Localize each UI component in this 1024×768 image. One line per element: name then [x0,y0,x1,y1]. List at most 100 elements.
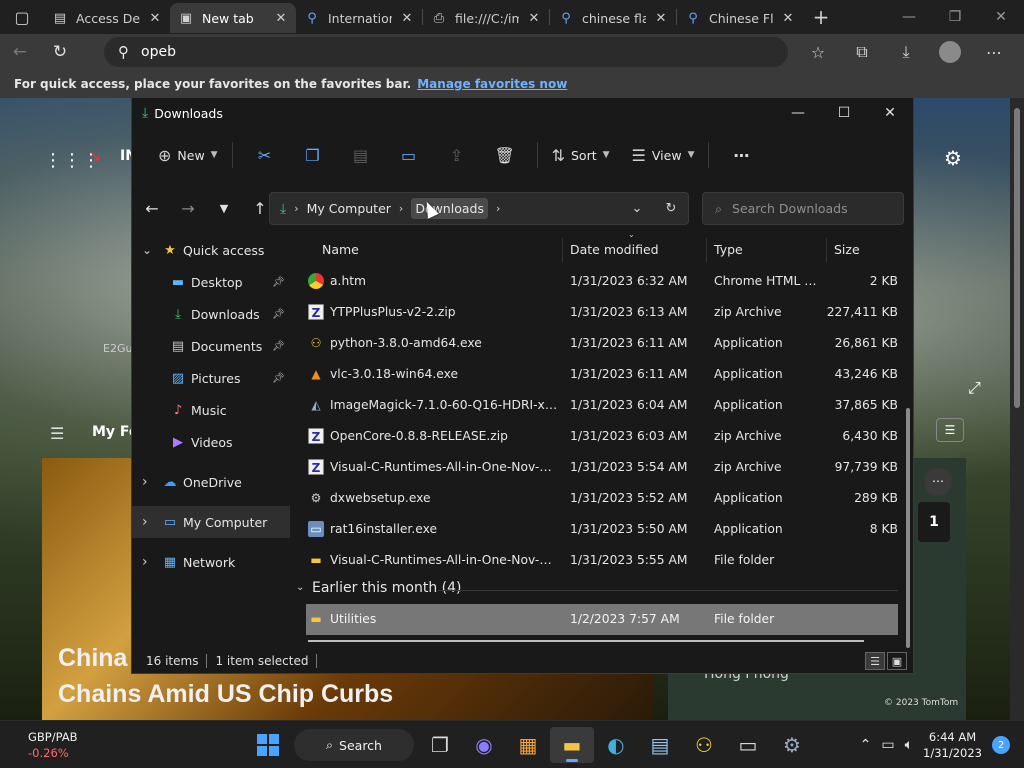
restore-icon[interactable]: ❐ [932,0,978,34]
chevron-right-icon[interactable]: › [142,474,148,490]
profile-avatar[interactable] [939,41,961,63]
more-menu-icon[interactable]: ⋯ [972,43,1016,62]
copy-icon[interactable]: ❐ [289,146,337,165]
refresh-icon[interactable]: ↻ [654,201,688,216]
chat-icon[interactable]: ◉ [462,727,506,763]
view-button[interactable]: ☰ View ▼ [626,137,701,173]
address-input[interactable]: opeb [141,44,176,60]
see-more-icon[interactable]: ⋯ [717,146,765,165]
share-icon[interactable]: ⇪ [433,146,481,165]
file-row[interactable]: ▬ Visual-C-Runtimes-All-in-One-Nov-2022 1/… [290,545,906,576]
chevron-down-icon[interactable]: ⌄ [620,201,654,216]
chevron-right-icon[interactable]: › [142,514,148,530]
column-divider[interactable] [562,238,563,262]
chevron-right-icon[interactable]: › [399,202,403,215]
file-row[interactable]: Z YTPPlusPlus-v2-2.zip 1/31/2023 6:13 AM zi… [290,297,906,328]
collections-icon[interactable]: ⧉ [840,42,884,62]
edge-icon[interactable]: ◐ [594,727,638,763]
task-view-icon[interactable]: ❐ [418,727,462,763]
sidebar-item-pictures[interactable]: ▨ Pictures 📌︎ [132,362,290,394]
chevron-down-icon[interactable]: ⌄ [296,582,304,593]
address-bar[interactable]: ⚲ opeb [104,37,788,67]
page-scrollbar[interactable] [1010,98,1024,720]
file-row[interactable]: Z OpenCore-0.8.8-RELEASE.zip 1/31/2023 6:0… [290,421,906,452]
close-tab-icon[interactable]: ✕ [654,11,668,26]
browser-tab[interactable]: ▤ Access Den ✕ [44,3,170,33]
sidebar-item-music[interactable]: ♪ Music [132,394,290,426]
breadcrumb[interactable]: ⤓ › My Computer › Downloads › ⌄ ↻ [269,192,689,225]
close-tab-icon[interactable]: ✕ [274,11,288,26]
sidebar-item-network[interactable]: › ▦ Network [132,546,290,578]
rename-icon[interactable]: ▭ [385,146,433,165]
python-icon[interactable]: ⚇ [682,727,726,763]
sidebar-item-documents[interactable]: ▤ Documents 📌︎ [132,330,290,362]
store-icon[interactable]: ▦ [506,727,550,763]
file-row[interactable]: ▭ rat16installer.exe 1/31/2023 5:50 AM Appl… [290,514,906,545]
tab-actions-icon[interactable]: ▢ [0,0,44,34]
browser-tab[interactable]: ⎙ file:///C:/im ✕ [423,3,549,33]
column-type[interactable]: Type [714,242,743,257]
new-tab-button[interactable]: + [803,5,839,29]
search-input[interactable]: ⌕ Search Downloads [702,192,904,225]
chevron-right-icon[interactable]: › [142,554,148,570]
column-divider[interactable] [826,238,827,262]
notification-badge[interactable]: 2 [992,736,1010,754]
forward-arrow-icon[interactable]: → [172,199,204,218]
page-scroll-thumb[interactable] [1014,108,1020,408]
browser-tab[interactable]: ⚲ Internationa ✕ [296,3,422,33]
column-name[interactable]: Name [322,242,359,257]
chevron-right-icon[interactable]: › [294,202,298,215]
minimize-icon[interactable]: — [775,98,821,128]
photos-icon[interactable]: ▤ [638,727,682,763]
back-arrow-icon[interactable]: ← [0,42,40,62]
file-row[interactable]: ▲ vlc-3.0.18-win64.exe 1/31/2023 6:11 AM Ap… [290,359,906,390]
back-arrow-icon[interactable]: ← [136,199,168,218]
sidebar-item-onedrive[interactable]: › ☁ OneDrive [132,466,290,498]
file-row[interactable]: ◭ ImageMagick-7.1.0-60-Q16-HDRI-x64-dll..… [290,390,906,421]
browser-tab[interactable]: ▣ New tab ✕ [170,3,296,33]
refresh-icon[interactable]: ↻ [40,42,80,62]
sidebar-item-quick-access[interactable]: ⌄ ★ Quick access [132,234,290,266]
close-tab-icon[interactable]: ✕ [527,11,541,26]
expand-icon[interactable]: ⤢ [968,378,981,398]
sidebar-item-videos[interactable]: ▶ Videos [132,426,290,458]
column-divider[interactable] [706,238,707,262]
stock-widget[interactable]: GBP/PAB -0.26% [28,729,78,761]
feed-menu-icon[interactable]: ☰ [50,424,64,443]
sidebar-item-desktop[interactable]: ▬ Desktop 📌︎ [132,266,290,298]
taskbar-search-button[interactable]: ⌕ Search [294,729,414,761]
file-row[interactable]: Z Visual-C-Runtimes-All-in-One-Nov-2022..… [290,452,906,483]
maximize-icon[interactable]: ☐ [821,98,867,128]
file-row[interactable]: ▬ Utilities 1/2/2023 7:57 AM File folder [306,604,898,635]
file-list-scrollbar[interactable] [906,408,910,648]
browser-tab[interactable]: ⚲ chinese flag ✕ [550,3,676,33]
card-more-icon[interactable]: ⋯ [924,468,952,496]
column-date[interactable]: Date modified [570,242,659,257]
chevron-right-icon[interactable]: › [496,202,500,215]
manage-favorites-link[interactable]: Manage favorites now [417,77,567,91]
minimize-icon[interactable]: — [886,0,932,34]
page-settings-icon[interactable]: ⚙ [944,146,962,170]
file-row[interactable]: ⚙ dxwebsetup.exe 1/31/2023 5:52 AM Applicat… [290,483,906,514]
tiles-view-icon[interactable]: ▣ [887,652,907,670]
close-icon[interactable]: ✕ [867,98,913,128]
browser-tab[interactable]: ⚲ Chinese Fla ✕ [677,3,803,33]
clock[interactable]: 6:44 AM 1/31/2023 [923,729,982,761]
file-row[interactable]: ⚇ python-3.8.0-amd64.exe 1/31/2023 6:11 AM… [290,328,906,359]
terminal-icon[interactable]: ▭ [726,727,770,763]
chevron-up-icon[interactable]: ⌃ [860,737,872,753]
column-size[interactable]: Size [834,242,860,257]
recent-locations-icon[interactable]: ▼ [208,202,240,215]
sort-button[interactable]: ⇅ Sort ▼ [546,137,616,173]
list-view-icon[interactable]: ☰ [936,418,964,442]
cut-icon[interactable]: ✂ [241,146,289,165]
chevron-down-icon[interactable]: ⌄ [142,243,152,257]
delete-icon[interactable]: 🗑 [481,146,529,165]
display-icon[interactable]: ▭ [881,737,894,753]
close-icon[interactable]: ✕ [978,0,1024,34]
settings-icon[interactable]: ⚙ [770,727,814,763]
group-header[interactable]: ⌄ Earlier this month (4) [290,576,906,604]
close-tab-icon[interactable]: ✕ [400,11,414,26]
close-tab-icon[interactable]: ✕ [148,11,162,26]
new-button[interactable]: ⊕ New ▼ [152,137,224,173]
